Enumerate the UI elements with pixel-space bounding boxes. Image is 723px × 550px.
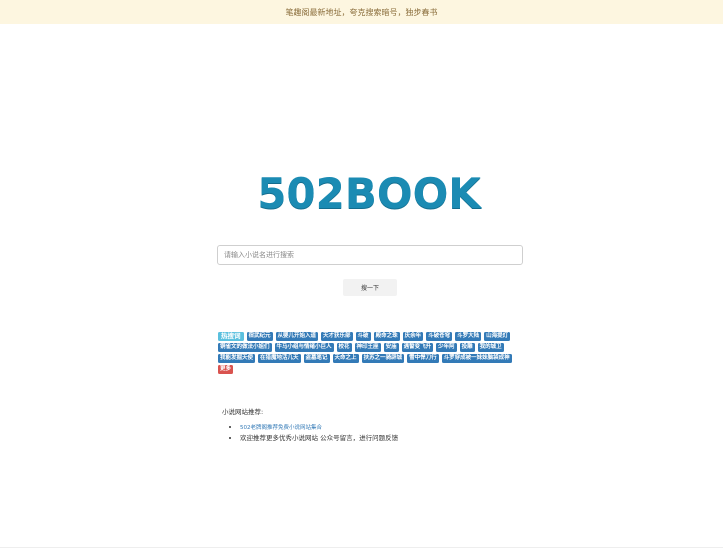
page-divider <box>0 547 723 548</box>
hot-search-tag[interactable]: 牛马小组与情绪小巨人 <box>274 343 334 352</box>
hot-search-tag[interactable]: 遇誓变飞升 <box>401 343 434 352</box>
hot-search-tag[interactable]: 斗破 <box>355 332 371 341</box>
recommend-section: 小说网站推荐: 502老牌阁推荐免费小说网站集合 欢迎推荐更多优秀小说网站 公众… <box>222 406 522 444</box>
hot-search-tag[interactable]: 我能发掘天使 <box>218 354 256 363</box>
search-input[interactable] <box>217 245 523 265</box>
recommend-title: 小说网站推荐: <box>222 408 264 416</box>
hot-search-tag[interactable]: 殿命之珠 <box>373 332 400 341</box>
hot-search-tag[interactable]: 斗罗大陆 <box>455 332 482 341</box>
more-tags-button[interactable]: 更多 <box>218 365 234 374</box>
hot-search-tag[interactable]: 盗墓笔记 <box>303 354 330 363</box>
hot-search-tag[interactable]: 投雕 <box>459 343 475 352</box>
hot-search-tag[interactable]: 天命之上 <box>332 354 359 363</box>
hot-search-tag[interactable]: 宿武纪元 <box>246 332 273 341</box>
notice-text: 笔趣阁最新地址，夸克搜索暗号，独步春书 <box>285 7 438 17</box>
recommend-item: 欢迎推荐更多优秀小说网站 公众号留言，进行问题反馈 <box>240 433 522 444</box>
hot-search-tag[interactable]: 扶苏之一骑辟城 <box>361 354 405 363</box>
hot-search-label: 热搜词 <box>218 332 244 341</box>
hot-search-tag[interactable]: 我的城卫 <box>477 343 504 352</box>
notice-banner: 笔趣阁最新地址，夸克搜索暗号，独步春书 <box>0 0 723 24</box>
hot-search-tag[interactable]: 山海提灯 <box>484 332 511 341</box>
search-button[interactable]: 搜一下 <box>343 279 397 296</box>
hot-search-tag[interactable]: 在猎魔地活几天 <box>258 354 301 363</box>
hot-search-tag[interactable]: 庆余年 <box>402 332 424 341</box>
hot-search-tags: 热搜词 宿武纪元 从婴儿开始入道 天才获乐部 斗破 殿命之珠 庆余年 斗破苍穹 斗罗大陆 山海提… <box>218 332 518 374</box>
hot-search-tag[interactable]: 少年阿 <box>436 343 457 352</box>
recommend-link[interactable]: 502老牌阁推荐免费小说网站集合 <box>240 425 322 431</box>
hot-search-tag[interactable]: 神印王座 <box>354 343 381 352</box>
hot-search-tag[interactable]: 斗罗穿成被一妹妹脑袋成神 <box>441 354 512 363</box>
recommend-item: 502老牌阁推荐免费小说网站集合 <box>240 422 522 433</box>
hot-search-tag[interactable]: 校花 <box>336 343 352 352</box>
hot-search-tag[interactable]: 天才获乐部 <box>321 332 353 341</box>
recommend-list: 502老牌阁推荐免费小说网站集合 欢迎推荐更多优秀小说网站 公众号留言，进行问题… <box>222 422 522 444</box>
site-logo[interactable]: 502BOOK <box>257 169 481 218</box>
hot-search-tag[interactable]: 雪中悍刀行 <box>407 354 439 363</box>
recommend-text: 欢迎推荐更多优秀小说网站 公众号留言，进行问题反馈 <box>240 434 399 442</box>
hot-search-tag[interactable]: 安庙 <box>383 343 399 352</box>
hot-search-tag[interactable]: 斗破苍穹 <box>426 332 453 341</box>
hot-search-tag[interactable]: 铜雀文的做法小姐们 <box>218 343 272 352</box>
hot-search-tag[interactable]: 从婴儿开始入道 <box>275 332 319 341</box>
